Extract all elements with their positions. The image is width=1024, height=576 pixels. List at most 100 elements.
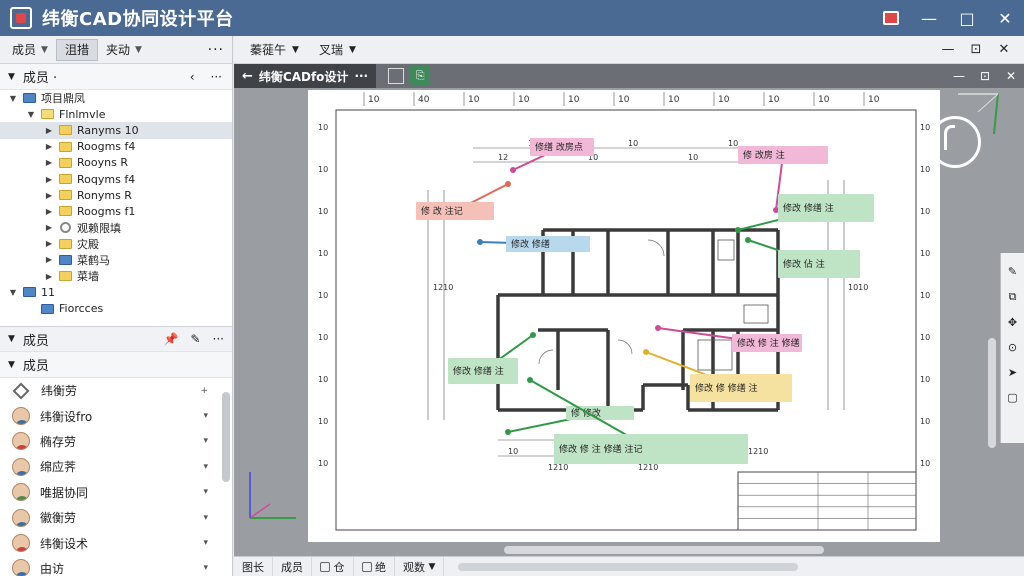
- layer-icon[interactable]: [388, 68, 405, 84]
- chevron-down-icon[interactable]: ▾: [203, 462, 208, 472]
- left-panel-scrollbar[interactable]: [222, 392, 230, 482]
- caret-down-icon[interactable]: ▼: [26, 110, 36, 119]
- view-cube-icon[interactable]: [954, 90, 1002, 136]
- top-dimension-label: 10: [568, 95, 580, 105]
- caret-right-icon[interactable]: ▶: [44, 158, 54, 167]
- tree-item[interactable]: Fiorcces: [0, 300, 232, 316]
- caret-right-icon[interactable]: ▶: [44, 191, 54, 200]
- layers-tool-icon[interactable]: ⧉: [1009, 290, 1017, 304]
- tree-item[interactable]: ▼ 11: [0, 284, 232, 300]
- members-header[interactable]: ▼ 成员: [0, 352, 232, 378]
- member-row[interactable]: 纬衡设fro ▾: [0, 403, 232, 428]
- doc-close-button[interactable]: ✕: [998, 69, 1024, 83]
- collapse-panel-icon[interactable]: ‹: [190, 70, 195, 84]
- folder-icon: [59, 271, 72, 282]
- share-icon[interactable]: ⎘: [410, 66, 431, 86]
- bottom-item-layout[interactable]: 图长: [234, 556, 273, 576]
- panel-restore-button[interactable]: ⊡: [962, 42, 990, 57]
- drawing-canvas[interactable]: 10 40 10 10 10 10 10 10 10 10 10 10 10 10 10 10 10 10 10 10…: [234, 88, 1024, 556]
- caret-right-icon[interactable]: ▶: [44, 239, 54, 248]
- folder-icon: [59, 157, 72, 168]
- tree-item[interactable]: ▶ 观赖限填: [0, 220, 232, 236]
- canvas-vertical-scrollbar[interactable]: [988, 338, 996, 448]
- folder-icon: [59, 190, 72, 201]
- tab-active[interactable]: 沮措: [55, 38, 98, 61]
- tree-header[interactable]: ▼ 成员 · ‹ ···: [0, 64, 232, 90]
- chevron-down-icon[interactable]: ▾: [203, 563, 208, 573]
- chevron-down-icon[interactable]: ▾: [203, 513, 208, 523]
- caret-right-icon[interactable]: ▶: [44, 175, 54, 184]
- tree-item[interactable]: ▼ 项目鼎凤: [0, 90, 232, 106]
- member-row[interactable]: 椭存劳 ▾: [0, 429, 232, 454]
- tree-item[interactable]: ▶ 菜鹤马: [0, 252, 232, 268]
- caret-right-icon[interactable]: ▶: [44, 272, 54, 281]
- member-row[interactable]: 纬衡劳 +: [0, 378, 232, 403]
- tree-item[interactable]: ▶ 菜墙: [0, 268, 232, 284]
- caret-right-icon[interactable]: ▶: [44, 126, 54, 135]
- more-button[interactable]: ···: [213, 332, 224, 346]
- top-dimension-label: 10: [468, 95, 480, 105]
- drawing-sheet[interactable]: 10 40 10 10 10 10 10 10 10 10 10 10 10 10 10 10 10 10 10 10…: [308, 90, 940, 542]
- tree-item[interactable]: ▶ Roogms f4: [0, 139, 232, 155]
- tree-item[interactable]: ▼ Flnlmvle: [0, 106, 232, 122]
- document-tab-more[interactable]: ···: [354, 69, 368, 83]
- chevron-down-icon[interactable]: ▾: [203, 487, 208, 497]
- doc-minimize-button[interactable]: —: [946, 69, 972, 83]
- pointer-tool-icon[interactable]: ➤: [1008, 366, 1017, 379]
- chevron-down-icon[interactable]: ▾: [203, 411, 208, 421]
- notification-button[interactable]: [872, 0, 910, 36]
- tree-header-label: 成员 ·: [22, 71, 58, 86]
- chevron-down-icon[interactable]: ▾: [203, 538, 208, 548]
- tree-item[interactable]: ▶ Rooyns R: [0, 155, 232, 171]
- floor-plan-drawing[interactable]: 10 40 10 10 10 10 10 10 10 10 10101010101010101010…: [308, 90, 940, 542]
- member-row[interactable]: 徽衡劳 ▾: [0, 505, 232, 530]
- tree-item[interactable]: ▶ Ranyms 10: [0, 122, 232, 139]
- bottom-item-data[interactable]: 观数 ▼: [395, 556, 445, 576]
- tree-item[interactable]: ▶ Roqyms f4: [0, 171, 232, 187]
- caret-down-icon[interactable]: ▼: [8, 94, 18, 103]
- maximize-button[interactable]: □: [948, 0, 986, 36]
- doc-restore-button[interactable]: ⊡: [972, 69, 998, 83]
- more-button[interactable]: ···: [208, 42, 224, 58]
- minimize-button[interactable]: —: [910, 0, 948, 36]
- annotation-arrow-head: [527, 377, 533, 383]
- canvas-horizontal-scrollbar[interactable]: [504, 546, 824, 554]
- tree-item[interactable]: ▶ Ronyms R: [0, 187, 232, 203]
- annotation-text: 修改 修 注 修缮 注记: [559, 443, 642, 455]
- bottom-item-sync[interactable]: 绝: [354, 556, 395, 576]
- caret-right-icon[interactable]: ▶: [44, 207, 54, 216]
- menu-view[interactable]: 蓁蓰午 ▼: [240, 39, 309, 61]
- left-dimension-label: 10: [318, 459, 328, 468]
- tab-members[interactable]: 成员 ▼: [4, 39, 56, 61]
- panel-minimize-button[interactable]: —: [934, 42, 962, 57]
- caret-down-icon[interactable]: ▼: [8, 288, 18, 297]
- bottom-scrollbar[interactable]: [458, 562, 799, 571]
- tree-item[interactable]: ▶ 灾殿: [0, 236, 232, 252]
- bottom-item-store[interactable]: 仓: [312, 556, 354, 576]
- menu-tools[interactable]: 叉瑞 ▼: [309, 39, 366, 61]
- note-tool-icon[interactable]: ✎: [1008, 265, 1017, 278]
- member-row[interactable]: 由访 ▾: [0, 556, 232, 576]
- pin-icon[interactable]: 📌: [164, 332, 179, 346]
- tree-item[interactable]: ▶ Roogms f1: [0, 203, 232, 219]
- pan-tool-icon[interactable]: ✥: [1008, 316, 1017, 329]
- add-icon[interactable]: +: [200, 386, 208, 396]
- member-name: 椭存劳: [40, 434, 77, 449]
- caret-right-icon[interactable]: ▶: [44, 255, 54, 264]
- back-arrow-icon[interactable]: ←: [242, 69, 253, 84]
- tab-actions[interactable]: 夹动 ▼: [98, 39, 150, 61]
- member-row[interactable]: 纬衡设术 ▾: [0, 530, 232, 555]
- chevron-down-icon[interactable]: ▾: [203, 436, 208, 446]
- page-tool-icon[interactable]: ▢: [1007, 391, 1017, 404]
- member-row[interactable]: 绵应荠 ▾: [0, 454, 232, 479]
- bottom-item-members[interactable]: 成员: [273, 556, 312, 576]
- caret-right-icon[interactable]: ▶: [44, 223, 54, 232]
- member-row[interactable]: 唯据协同 ▾: [0, 480, 232, 505]
- more-button[interactable]: ···: [211, 70, 222, 84]
- document-tab[interactable]: ← 纬衡CADfo设计 ···: [234, 64, 377, 88]
- measure-tool-icon[interactable]: ⊙: [1008, 341, 1017, 354]
- close-button[interactable]: ✕: [986, 0, 1024, 36]
- edit-icon[interactable]: ✎: [190, 332, 200, 346]
- panel-close-button[interactable]: ✕: [990, 42, 1018, 57]
- caret-right-icon[interactable]: ▶: [44, 142, 54, 151]
